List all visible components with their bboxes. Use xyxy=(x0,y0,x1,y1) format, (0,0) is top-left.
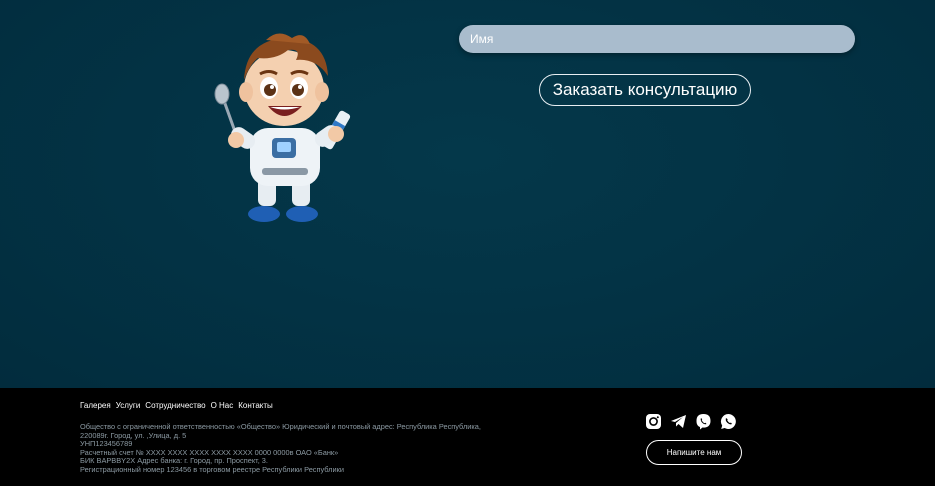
legal-line: 220089г. Город, ул. ,Улица, д. 5 xyxy=(80,430,187,440)
write-us-button[interactable]: Напишите нам xyxy=(646,440,742,465)
main-section: Заказать консультацию xyxy=(0,0,935,388)
telegram-icon[interactable] xyxy=(670,413,687,430)
astronaut-mascot-illustration xyxy=(214,33,351,222)
viber-icon[interactable] xyxy=(695,413,712,430)
instagram-icon[interactable] xyxy=(645,413,662,430)
name-input[interactable] xyxy=(459,25,855,53)
footer: Галерея Услуги Сотрудничество О Нас Конт… xyxy=(0,388,935,486)
whatsapp-icon[interactable] xyxy=(720,413,737,430)
footer-nav: Галерея Услуги Сотрудничество О Нас Конт… xyxy=(80,401,273,410)
social-links xyxy=(645,413,737,430)
legal-line: Регистрационный номер 123456 в торговом … xyxy=(80,464,344,474)
nav-services-link[interactable]: Услуги xyxy=(116,401,141,410)
legal-info: Общество с ограниченной ответственностью… xyxy=(80,422,500,475)
nav-about-link[interactable]: О Нас xyxy=(211,401,234,410)
nav-gallery-link[interactable]: Галерея xyxy=(80,401,111,410)
order-consultation-button[interactable]: Заказать консультацию xyxy=(539,74,751,106)
nav-cooperation-link[interactable]: Сотрудничество xyxy=(145,401,205,410)
nav-contacts-link[interactable]: Контакты xyxy=(238,401,273,410)
